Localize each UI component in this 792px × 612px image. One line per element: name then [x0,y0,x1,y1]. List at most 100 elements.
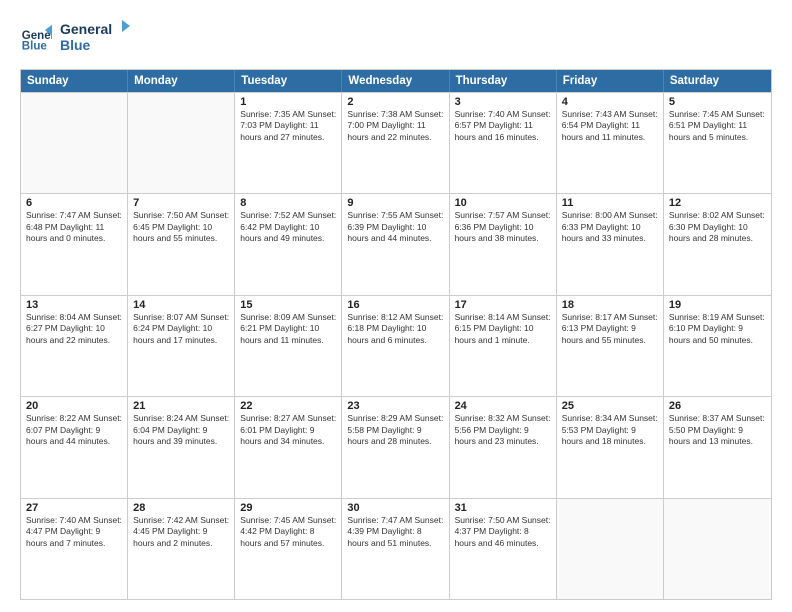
cal-header-wednesday: Wednesday [342,70,449,92]
day-number: 21 [133,400,229,412]
cal-header-thursday: Thursday [450,70,557,92]
cal-cell: 20Sunrise: 8:22 AM Sunset: 6:07 PM Dayli… [21,397,128,497]
cal-cell: 26Sunrise: 8:37 AM Sunset: 5:50 PM Dayli… [664,397,771,497]
day-number: 3 [455,96,551,108]
cal-cell [21,93,128,193]
cell-info: Sunrise: 7:47 AM Sunset: 4:39 PM Dayligh… [347,515,443,549]
cal-week-4: 20Sunrise: 8:22 AM Sunset: 6:07 PM Dayli… [21,396,771,497]
day-number: 2 [347,96,443,108]
day-number: 22 [240,400,336,412]
cell-info: Sunrise: 7:52 AM Sunset: 6:42 PM Dayligh… [240,210,336,244]
cal-cell: 12Sunrise: 8:02 AM Sunset: 6:30 PM Dayli… [664,194,771,294]
cal-cell: 5Sunrise: 7:45 AM Sunset: 6:51 PM Daylig… [664,93,771,193]
cell-info: Sunrise: 8:00 AM Sunset: 6:33 PM Dayligh… [562,210,658,244]
cal-cell: 8Sunrise: 7:52 AM Sunset: 6:42 PM Daylig… [235,194,342,294]
cell-info: Sunrise: 8:07 AM Sunset: 6:24 PM Dayligh… [133,312,229,346]
logo-icon: General Blue [20,23,52,55]
day-number: 13 [26,299,122,311]
day-number: 23 [347,400,443,412]
cal-cell: 7Sunrise: 7:50 AM Sunset: 6:45 PM Daylig… [128,194,235,294]
day-number: 4 [562,96,658,108]
day-number: 9 [347,197,443,209]
cell-info: Sunrise: 7:47 AM Sunset: 6:48 PM Dayligh… [26,210,122,244]
logo-svg: General Blue [60,18,130,54]
logo: General Blue General Blue [20,18,130,59]
cell-info: Sunrise: 8:14 AM Sunset: 6:15 PM Dayligh… [455,312,551,346]
cal-header-tuesday: Tuesday [235,70,342,92]
cal-cell: 2Sunrise: 7:38 AM Sunset: 7:00 PM Daylig… [342,93,449,193]
svg-text:Blue: Blue [60,37,91,53]
cell-info: Sunrise: 7:45 AM Sunset: 4:42 PM Dayligh… [240,515,336,549]
cal-cell: 31Sunrise: 7:50 AM Sunset: 4:37 PM Dayli… [450,499,557,599]
svg-text:Blue: Blue [22,40,48,52]
cell-info: Sunrise: 8:19 AM Sunset: 6:10 PM Dayligh… [669,312,766,346]
cell-info: Sunrise: 7:38 AM Sunset: 7:00 PM Dayligh… [347,109,443,143]
cal-cell: 24Sunrise: 8:32 AM Sunset: 5:56 PM Dayli… [450,397,557,497]
day-number: 12 [669,197,766,209]
day-number: 29 [240,502,336,514]
cell-info: Sunrise: 7:43 AM Sunset: 6:54 PM Dayligh… [562,109,658,143]
cell-info: Sunrise: 8:37 AM Sunset: 5:50 PM Dayligh… [669,413,766,447]
cal-week-1: 1Sunrise: 7:35 AM Sunset: 7:03 PM Daylig… [21,92,771,193]
cell-info: Sunrise: 8:34 AM Sunset: 5:53 PM Dayligh… [562,413,658,447]
day-number: 18 [562,299,658,311]
cal-cell: 16Sunrise: 8:12 AM Sunset: 6:18 PM Dayli… [342,296,449,396]
cal-cell: 1Sunrise: 7:35 AM Sunset: 7:03 PM Daylig… [235,93,342,193]
cell-info: Sunrise: 7:45 AM Sunset: 6:51 PM Dayligh… [669,109,766,143]
calendar-header: SundayMondayTuesdayWednesdayThursdayFrid… [21,70,771,92]
cell-info: Sunrise: 8:32 AM Sunset: 5:56 PM Dayligh… [455,413,551,447]
cell-info: Sunrise: 8:04 AM Sunset: 6:27 PM Dayligh… [26,312,122,346]
cell-info: Sunrise: 8:29 AM Sunset: 5:58 PM Dayligh… [347,413,443,447]
cal-cell: 29Sunrise: 7:45 AM Sunset: 4:42 PM Dayli… [235,499,342,599]
cal-header-friday: Friday [557,70,664,92]
cell-info: Sunrise: 7:40 AM Sunset: 4:47 PM Dayligh… [26,515,122,549]
day-number: 26 [669,400,766,412]
cal-cell: 6Sunrise: 7:47 AM Sunset: 6:48 PM Daylig… [21,194,128,294]
calendar: SundayMondayTuesdayWednesdayThursdayFrid… [20,69,772,600]
cell-info: Sunrise: 7:55 AM Sunset: 6:39 PM Dayligh… [347,210,443,244]
cal-cell: 9Sunrise: 7:55 AM Sunset: 6:39 PM Daylig… [342,194,449,294]
cell-info: Sunrise: 8:27 AM Sunset: 6:01 PM Dayligh… [240,413,336,447]
cell-info: Sunrise: 7:57 AM Sunset: 6:36 PM Dayligh… [455,210,551,244]
cal-cell [557,499,664,599]
day-number: 6 [26,197,122,209]
cal-cell: 28Sunrise: 7:42 AM Sunset: 4:45 PM Dayli… [128,499,235,599]
cal-cell: 22Sunrise: 8:27 AM Sunset: 6:01 PM Dayli… [235,397,342,497]
day-number: 10 [455,197,551,209]
cal-week-5: 27Sunrise: 7:40 AM Sunset: 4:47 PM Dayli… [21,498,771,599]
cell-info: Sunrise: 7:35 AM Sunset: 7:03 PM Dayligh… [240,109,336,143]
cell-info: Sunrise: 7:42 AM Sunset: 4:45 PM Dayligh… [133,515,229,549]
cal-week-2: 6Sunrise: 7:47 AM Sunset: 6:48 PM Daylig… [21,193,771,294]
day-number: 7 [133,197,229,209]
cal-header-saturday: Saturday [664,70,771,92]
calendar-body: 1Sunrise: 7:35 AM Sunset: 7:03 PM Daylig… [21,92,771,599]
day-number: 28 [133,502,229,514]
day-number: 14 [133,299,229,311]
cal-cell [664,499,771,599]
cell-info: Sunrise: 8:02 AM Sunset: 6:30 PM Dayligh… [669,210,766,244]
day-number: 16 [347,299,443,311]
svg-text:General: General [60,21,112,37]
day-number: 15 [240,299,336,311]
cal-cell: 14Sunrise: 8:07 AM Sunset: 6:24 PM Dayli… [128,296,235,396]
cal-cell: 10Sunrise: 7:57 AM Sunset: 6:36 PM Dayli… [450,194,557,294]
day-number: 17 [455,299,551,311]
day-number: 30 [347,502,443,514]
cal-cell: 19Sunrise: 8:19 AM Sunset: 6:10 PM Dayli… [664,296,771,396]
cal-cell: 15Sunrise: 8:09 AM Sunset: 6:21 PM Dayli… [235,296,342,396]
day-number: 20 [26,400,122,412]
day-number: 24 [455,400,551,412]
cal-week-3: 13Sunrise: 8:04 AM Sunset: 6:27 PM Dayli… [21,295,771,396]
cell-info: Sunrise: 8:24 AM Sunset: 6:04 PM Dayligh… [133,413,229,447]
page-header: General Blue General Blue [20,18,772,59]
cal-cell [128,93,235,193]
day-number: 27 [26,502,122,514]
cal-header-monday: Monday [128,70,235,92]
day-number: 25 [562,400,658,412]
cal-cell: 13Sunrise: 8:04 AM Sunset: 6:27 PM Dayli… [21,296,128,396]
cal-cell: 4Sunrise: 7:43 AM Sunset: 6:54 PM Daylig… [557,93,664,193]
cal-cell: 21Sunrise: 8:24 AM Sunset: 6:04 PM Dayli… [128,397,235,497]
cell-info: Sunrise: 7:40 AM Sunset: 6:57 PM Dayligh… [455,109,551,143]
day-number: 11 [562,197,658,209]
cal-cell: 18Sunrise: 8:17 AM Sunset: 6:13 PM Dayli… [557,296,664,396]
